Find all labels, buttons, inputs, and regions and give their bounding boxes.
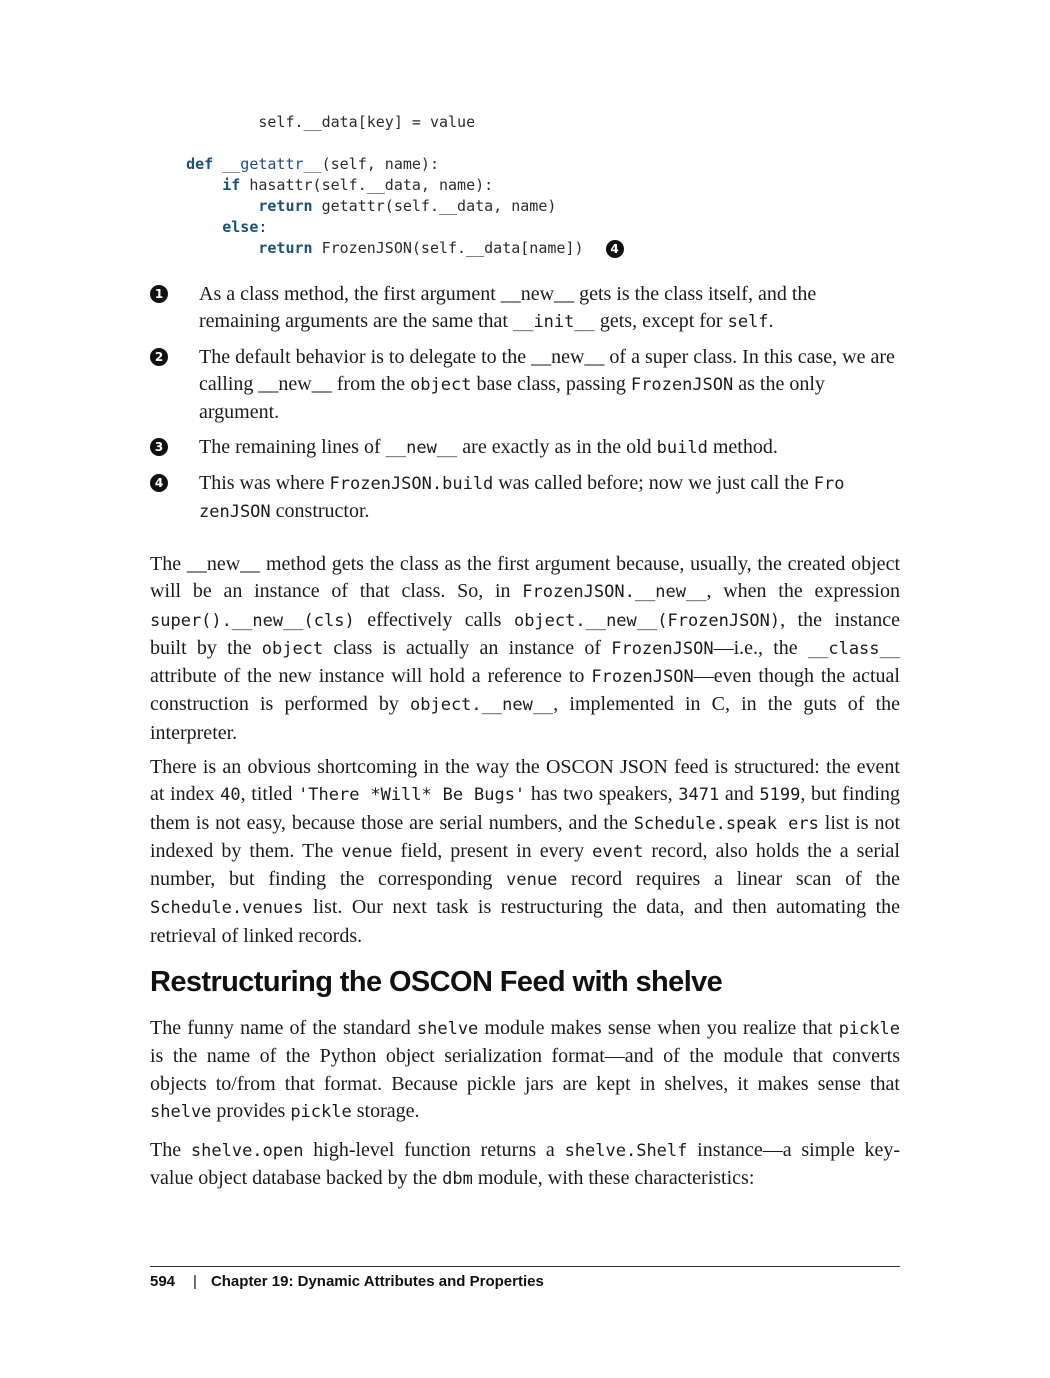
body-paragraph-2: There is an obvious shortcoming in the w… — [150, 756, 900, 947]
code-line-4: if hasattr(self.__data, name): — [222, 176, 494, 194]
footer-divider — [150, 1266, 900, 1267]
code-listing: self.__data[key] = value def __getattr__… — [150, 112, 624, 259]
section-heading: Restructuring the OSCON Feed with shelve — [150, 966, 723, 998]
page-number: 594 — [150, 1273, 176, 1290]
callout-note-3: 3 The remaining lines of __new__ are exa… — [150, 434, 900, 462]
code-keyword: if — [222, 176, 241, 194]
body-paragraph-3: The funny name of the standard shelve mo… — [150, 1017, 900, 1122]
callout-note-4: 4 This was where FrozenJSON.build was ca… — [150, 470, 900, 526]
code-keyword: return — [258, 239, 313, 257]
body-paragraph-4: The shelve.open high-level function retu… — [150, 1139, 901, 1190]
callout-marker-4-icon: 4 — [605, 239, 624, 258]
callout-marker-3-icon: 3 — [150, 438, 168, 456]
code-keyword: return — [258, 197, 313, 215]
code-line-7: return FrozenJSON(self.__data[name]) 4 — [150, 238, 624, 259]
page-footer: 594 | Chapter 19: Dynamic Attributes and P… — [150, 1273, 544, 1290]
callout-marker-2-icon: 2 — [150, 348, 168, 366]
callout-notes: 1 As a class method, the first argument … — [150, 281, 900, 534]
chapter-title: Chapter 19: Dynamic Attributes and Prope… — [210, 1273, 544, 1290]
code-line-6: else: — [222, 218, 268, 236]
code-line-5: return getattr(self.__data, name) — [258, 197, 557, 215]
callout-note-2: 2 The default behavior is to delegate to… — [150, 344, 900, 426]
code-line-3: def __getattr__(self, name): — [186, 155, 439, 173]
body-paragraph-1: The __new__ method gets the class as the… — [150, 553, 901, 744]
callout-marker-4b-icon: 4 — [150, 474, 168, 492]
code-keyword: else — [222, 218, 259, 236]
callout-note-1: 1 As a class method, the first argument … — [150, 281, 900, 336]
footer-separator: | — [193, 1273, 197, 1290]
code-line-1: self.__data[key] = value — [258, 113, 476, 131]
code-keyword: def — [186, 155, 214, 173]
code-function-name: __getattr__ — [222, 155, 322, 173]
callout-marker-1-icon: 1 — [150, 285, 168, 303]
